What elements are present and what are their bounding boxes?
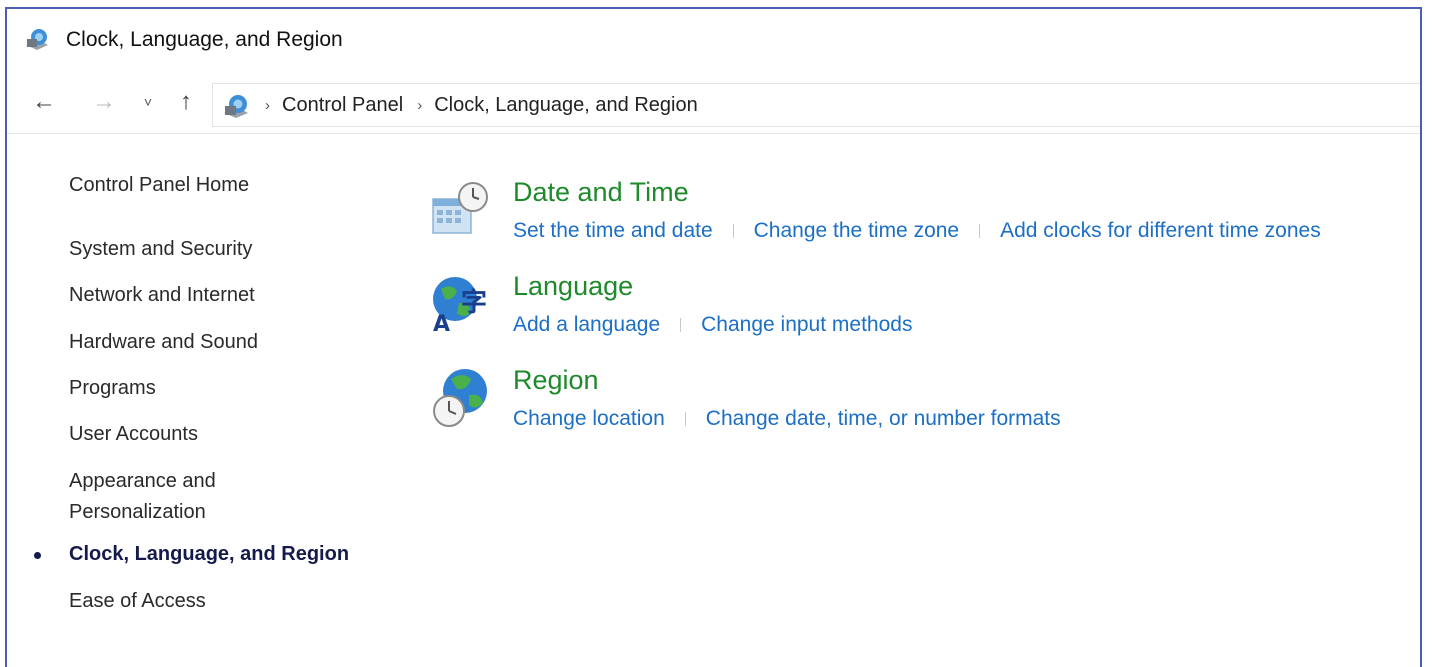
breadcrumb-separator: › xyxy=(265,96,270,114)
category-title-region[interactable]: Region xyxy=(513,365,599,396)
link-add-language[interactable]: Add a language xyxy=(513,313,660,337)
sidebar-item-appearance-and[interactable]: Appearance and xyxy=(69,465,216,497)
date-time-icon xyxy=(432,182,488,234)
sidebar-item-hardware-and-sound[interactable]: Hardware and Sound xyxy=(69,326,258,358)
control-panel-icon xyxy=(224,95,248,118)
back-arrow-icon: ← xyxy=(32,88,56,115)
up-arrow-icon: ↑ xyxy=(180,88,192,115)
control-panel-icon xyxy=(26,29,48,50)
window-title: Clock, Language, and Region xyxy=(66,28,343,51)
recent-locations-button[interactable]: ˅ xyxy=(137,85,159,119)
sidebar-item-label: Clock, Language, and Region xyxy=(69,543,350,565)
category-title-date-and-time[interactable]: Date and Time xyxy=(513,177,689,208)
sidebar-item-user-accounts[interactable]: User Accounts xyxy=(69,418,198,450)
region-links: Change location Change date, time, or nu… xyxy=(513,407,1061,431)
sidebar-item-network-and-internet[interactable]: Network and Internet xyxy=(69,279,255,311)
link-set-time-and-date[interactable]: Set the time and date xyxy=(513,219,713,243)
link-divider xyxy=(684,412,686,426)
chevron-down-icon: ˅ xyxy=(143,94,153,110)
address-bar[interactable]: › Control Panel › Clock, Language, and R… xyxy=(212,83,1420,127)
link-divider xyxy=(979,224,981,238)
link-divider xyxy=(680,318,682,332)
back-button[interactable]: ← xyxy=(29,85,59,119)
link-change-location[interactable]: Change location xyxy=(513,407,665,431)
breadcrumb-control-panel[interactable]: Control Panel xyxy=(282,94,403,117)
category-title-language[interactable]: Language xyxy=(513,271,633,302)
region-icon xyxy=(433,369,487,427)
sidebar-item-personalization[interactable]: Personalization xyxy=(69,496,206,528)
link-change-input-methods[interactable]: Change input methods xyxy=(701,313,912,337)
link-change-time-zone[interactable]: Change the time zone xyxy=(754,219,959,243)
sidebar-item-system-and-security[interactable]: System and Security xyxy=(69,233,252,265)
navigation-bar: ← → ˅ ↑ › Control Panel › Clock, Languag… xyxy=(7,71,1420,134)
svg-text:字: 字 xyxy=(461,287,487,318)
link-change-formats[interactable]: Change date, time, or number formats xyxy=(706,407,1061,431)
control-panel-window: Clock, Language, and Region ← → ˅ ↑ › Co… xyxy=(5,7,1422,667)
up-button[interactable]: ↑ xyxy=(171,85,201,119)
sidebar-item-programs[interactable]: Programs xyxy=(69,372,156,404)
forward-arrow-icon: → xyxy=(92,88,116,115)
link-divider xyxy=(732,224,734,238)
svg-text:A: A xyxy=(433,312,450,337)
sidebar-item-ease-of-access[interactable]: Ease of Access xyxy=(69,585,206,617)
language-icon: 字 A xyxy=(433,277,487,337)
active-bullet-icon xyxy=(34,552,41,559)
breadcrumb-separator[interactable]: › xyxy=(417,97,422,114)
breadcrumb-clock-language-region[interactable]: Clock, Language, and Region xyxy=(434,94,698,117)
language-links: Add a language Change input methods xyxy=(513,313,912,337)
title-bar: Clock, Language, and Region xyxy=(7,9,1420,69)
date-time-links: Set the time and date Change the time zo… xyxy=(513,219,1321,243)
sidebar-item-clock-language-region[interactable]: Clock, Language, and Region xyxy=(34,538,350,570)
link-add-clocks[interactable]: Add clocks for different time zones xyxy=(1000,219,1321,243)
forward-button[interactable]: → xyxy=(89,85,119,119)
sidebar-item-control-panel-home[interactable]: Control Panel Home xyxy=(69,169,249,201)
